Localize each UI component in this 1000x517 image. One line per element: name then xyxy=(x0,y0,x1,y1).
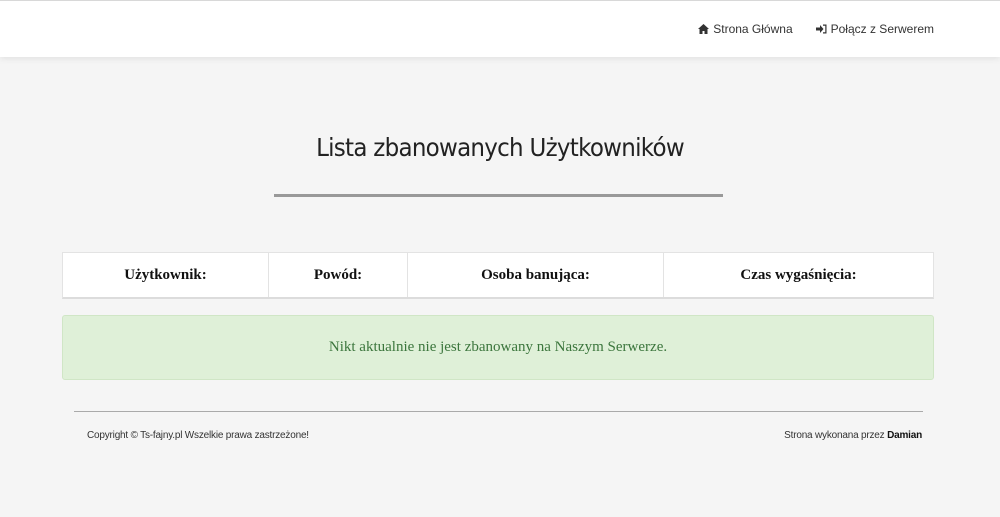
footer-credit-prefix: Strona wykonana przez xyxy=(784,430,885,441)
nav-home-label: Strona Główna xyxy=(713,22,793,36)
footer-copyright: Copyright © Ts-fajny.pl Wszelkie prawa z… xyxy=(87,430,309,441)
no-bans-alert: Nikt aktualnie nie jest zbanowany na Nas… xyxy=(62,315,934,380)
footer-credit: Strona wykonana przez Damian xyxy=(784,430,922,441)
banned-users-table-header: Użytkownik: Powód: Osoba banująca: Czas … xyxy=(62,252,934,299)
footer-credit-author: Damian xyxy=(887,430,922,441)
page-title: Lista zbanowanych Użytkowników xyxy=(316,133,685,162)
column-header-reason: Powód: xyxy=(269,253,408,297)
nav-menu: Strona Główna Połącz z Serwerem xyxy=(698,22,934,36)
title-divider xyxy=(274,194,723,197)
nav-connect-label: Połącz z Serwerem xyxy=(830,22,934,36)
nav-connect-link[interactable]: Połącz z Serwerem xyxy=(815,22,934,36)
nav-home-link[interactable]: Strona Główna xyxy=(698,22,793,36)
sign-in-icon xyxy=(815,24,827,34)
top-navbar: Strona Główna Połącz z Serwerem xyxy=(0,0,1000,57)
no-bans-message: Nikt aktualnie nie jest zbanowany na Nas… xyxy=(328,339,668,355)
column-header-user: Użytkownik: xyxy=(63,253,269,297)
column-header-banned-by: Osoba banująca: xyxy=(408,253,664,297)
home-icon xyxy=(698,24,710,34)
footer-divider xyxy=(74,411,923,412)
column-header-expiration: Czas wygaśnięcia: xyxy=(740,266,857,283)
